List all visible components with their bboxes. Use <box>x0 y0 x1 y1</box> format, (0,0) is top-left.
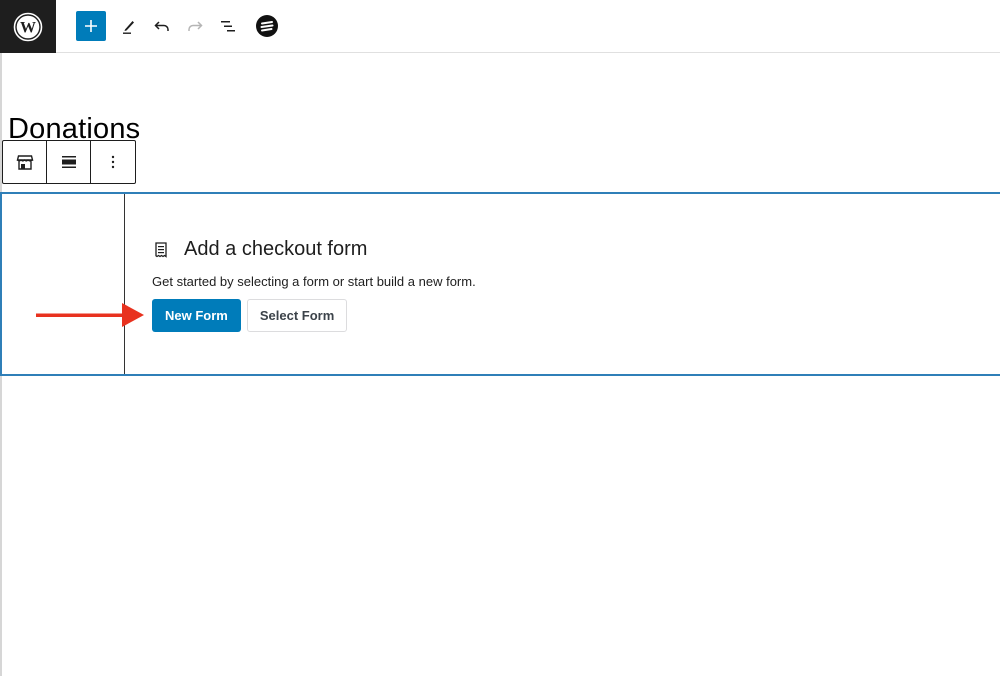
redo-button[interactable] <box>180 11 210 41</box>
block-divider <box>124 194 125 374</box>
checkout-form-block[interactable]: Add a checkout form Get started by selec… <box>0 192 1000 376</box>
undo-icon <box>154 21 169 31</box>
pencil-icon <box>123 21 134 34</box>
annotation-arrow <box>36 303 144 327</box>
list-view-icon <box>221 21 235 32</box>
undo-button[interactable] <box>147 11 177 41</box>
align-full-icon <box>61 156 76 168</box>
tools-button[interactable] <box>114 11 144 41</box>
select-form-button[interactable]: Select Form <box>246 299 348 332</box>
block-toolbar <box>2 140 136 184</box>
checkout-placeholder: Add a checkout form Get started by selec… <box>152 238 476 332</box>
document-overview-button[interactable] <box>213 11 243 41</box>
plugin-button[interactable] <box>252 11 282 41</box>
options-button[interactable] <box>91 141 135 183</box>
align-button[interactable] <box>47 141 91 183</box>
plugin-logo-icon <box>256 15 278 37</box>
checkout-description: Get started by selecting a form or start… <box>152 274 476 289</box>
block-type-button[interactable] <box>3 141 47 183</box>
checkout-title: Add a checkout form <box>184 238 368 260</box>
redo-icon <box>188 21 203 31</box>
plus-icon <box>85 20 97 32</box>
svg-text:W: W <box>20 19 36 36</box>
add-block-button[interactable] <box>76 11 106 41</box>
wordpress-logo-icon: W <box>13 12 43 41</box>
store-icon <box>16 155 33 170</box>
new-form-button[interactable]: New Form <box>152 299 241 332</box>
wordpress-logo-button[interactable]: W <box>0 0 56 53</box>
more-vertical-icon <box>111 155 115 169</box>
editor-header: W <box>0 0 1000 53</box>
receipt-icon <box>155 241 167 258</box>
